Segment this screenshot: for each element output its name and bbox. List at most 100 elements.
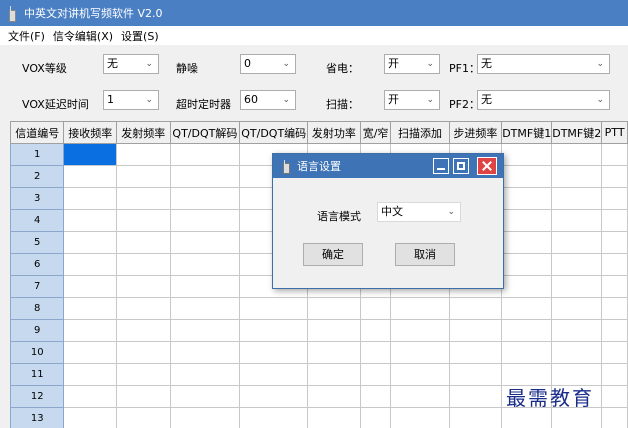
- column-header[interactable]: 步进频率: [448, 121, 503, 144]
- table-cell[interactable]: [307, 341, 361, 364]
- table-cell[interactable]: [239, 385, 309, 408]
- table-cell[interactable]: [359, 319, 392, 342]
- table-cell[interactable]: [359, 297, 392, 320]
- table-cell[interactable]: [551, 143, 603, 166]
- table-cell[interactable]: [601, 253, 628, 276]
- table-cell[interactable]: [63, 165, 118, 188]
- table-cell[interactable]: [169, 231, 241, 254]
- table-cell[interactable]: [359, 407, 392, 428]
- language-mode-select[interactable]: 中文 ⌄: [377, 202, 461, 222]
- channel-number[interactable]: 5: [10, 231, 65, 254]
- table-cell[interactable]: [551, 319, 603, 342]
- table-cell[interactable]: [601, 143, 628, 166]
- scan-select[interactable]: 开 ⌄: [384, 90, 440, 110]
- table-cell[interactable]: [169, 253, 241, 276]
- table-cell[interactable]: [116, 187, 171, 210]
- column-header[interactable]: 接收频率: [63, 121, 118, 144]
- table-cell[interactable]: [601, 297, 628, 320]
- channel-number[interactable]: 8: [10, 297, 65, 320]
- column-header[interactable]: 扫描添加: [390, 121, 450, 144]
- table-cell[interactable]: [390, 341, 450, 364]
- table-cell[interactable]: [169, 407, 241, 428]
- table-cell[interactable]: [307, 319, 361, 342]
- table-cell[interactable]: [116, 209, 171, 232]
- table-cell[interactable]: [501, 341, 553, 364]
- table-cell[interactable]: [551, 209, 603, 232]
- table-cell[interactable]: [116, 341, 171, 364]
- table-cell[interactable]: [448, 385, 503, 408]
- table-cell[interactable]: [601, 407, 628, 428]
- table-cell[interactable]: [390, 319, 450, 342]
- table-cell[interactable]: [239, 363, 309, 386]
- table-cell[interactable]: [63, 275, 118, 298]
- table-cell[interactable]: [307, 407, 361, 428]
- table-cell[interactable]: [169, 187, 241, 210]
- vox-level-select[interactable]: 无 ⌄: [103, 54, 159, 74]
- table-cell[interactable]: [601, 209, 628, 232]
- squelch-select[interactable]: 0 ⌄: [240, 54, 296, 74]
- table-cell[interactable]: [601, 275, 628, 298]
- table-cell[interactable]: [551, 231, 603, 254]
- channel-number[interactable]: 13: [10, 407, 65, 428]
- menu-file[interactable]: 文件(F): [8, 28, 45, 44]
- table-cell[interactable]: [169, 209, 241, 232]
- table-cell[interactable]: [551, 187, 603, 210]
- table-cell[interactable]: [239, 319, 309, 342]
- column-header[interactable]: PTT: [601, 121, 628, 144]
- channel-number[interactable]: 12: [10, 385, 65, 408]
- column-header[interactable]: 发射功率: [307, 121, 361, 144]
- column-header[interactable]: DTMF键1: [501, 121, 553, 144]
- table-cell[interactable]: [116, 297, 171, 320]
- table-cell[interactable]: [116, 253, 171, 276]
- table-cell[interactable]: [501, 253, 553, 276]
- table-cell[interactable]: [551, 341, 603, 364]
- table-cell[interactable]: [116, 275, 171, 298]
- table-cell[interactable]: [448, 407, 503, 428]
- table-cell[interactable]: [63, 187, 118, 210]
- cancel-button[interactable]: 取消: [395, 243, 455, 266]
- channel-number[interactable]: 9: [10, 319, 65, 342]
- table-cell[interactable]: [63, 253, 118, 276]
- table-cell[interactable]: [116, 363, 171, 386]
- table-cell[interactable]: [601, 385, 628, 408]
- table-cell[interactable]: [63, 385, 118, 408]
- table-cell[interactable]: [448, 363, 503, 386]
- table-cell[interactable]: [501, 165, 553, 188]
- table-cell[interactable]: [63, 297, 118, 320]
- channel-number[interactable]: 3: [10, 187, 65, 210]
- table-cell[interactable]: [63, 231, 118, 254]
- table-cell[interactable]: [601, 187, 628, 210]
- table-cell[interactable]: [63, 363, 118, 386]
- table-cell[interactable]: [501, 319, 553, 342]
- ok-button[interactable]: 确定: [303, 243, 363, 266]
- channel-number[interactable]: 2: [10, 165, 65, 188]
- table-cell[interactable]: [169, 165, 241, 188]
- channel-number[interactable]: 4: [10, 209, 65, 232]
- table-cell[interactable]: [551, 165, 603, 188]
- table-cell[interactable]: [307, 297, 361, 320]
- channel-number[interactable]: 6: [10, 253, 65, 276]
- menu-signal-edit[interactable]: 信令编辑(X): [53, 28, 113, 44]
- table-cell[interactable]: [359, 363, 392, 386]
- table-cell[interactable]: [501, 209, 553, 232]
- vox-delay-select[interactable]: 1 ⌄: [103, 90, 159, 110]
- channel-number[interactable]: 1: [10, 143, 65, 166]
- maximize-icon[interactable]: [453, 158, 469, 174]
- table-cell[interactable]: [601, 319, 628, 342]
- table-cell[interactable]: [448, 341, 503, 364]
- table-cell[interactable]: [169, 385, 241, 408]
- table-cell[interactable]: [390, 297, 450, 320]
- table-cell[interactable]: [63, 407, 118, 428]
- table-cell[interactable]: [116, 231, 171, 254]
- power-save-select[interactable]: 开 ⌄: [384, 54, 440, 74]
- close-icon[interactable]: [477, 157, 497, 175]
- table-cell[interactable]: [116, 165, 171, 188]
- column-header[interactable]: 宽/窄: [359, 121, 392, 144]
- table-cell[interactable]: [169, 297, 241, 320]
- table-cell[interactable]: [501, 143, 553, 166]
- table-cell[interactable]: [551, 253, 603, 276]
- table-cell[interactable]: [116, 407, 171, 428]
- table-cell[interactable]: [239, 297, 309, 320]
- table-cell[interactable]: [448, 319, 503, 342]
- table-cell[interactable]: [448, 297, 503, 320]
